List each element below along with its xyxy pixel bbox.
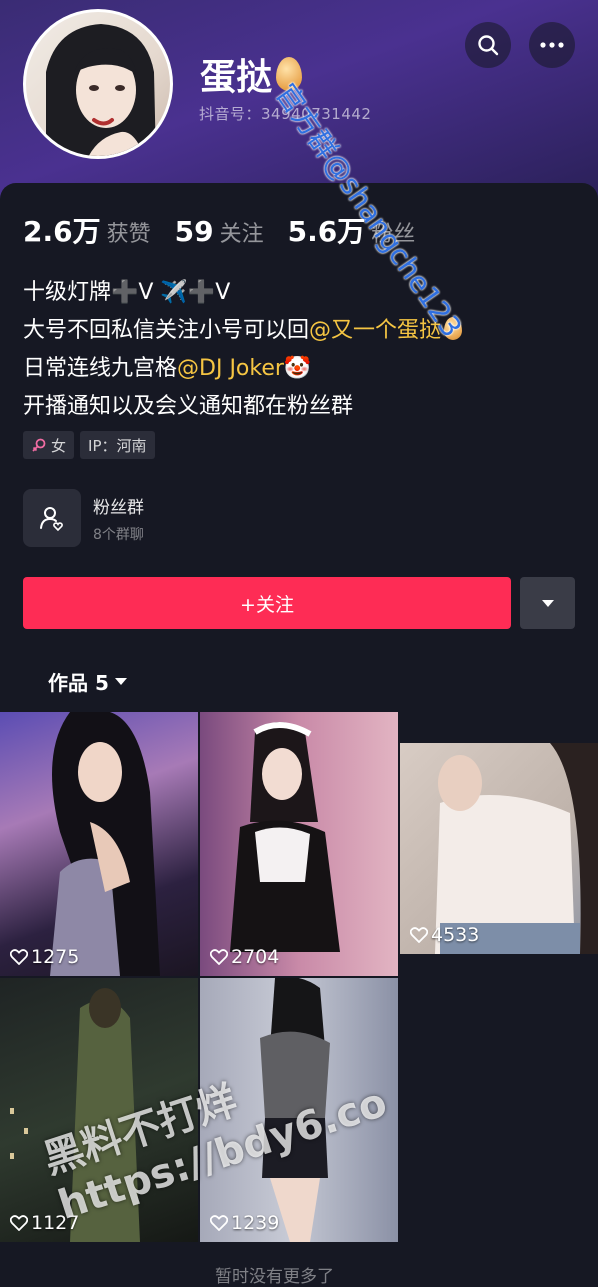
video-thumbnail[interactable]: 1275 <box>0 712 198 976</box>
like-count-value: 2704 <box>231 946 280 968</box>
tab-works-label: 作品 5 <box>48 671 109 695</box>
mention-link-dj-joker[interactable]: @DJ Joker <box>177 356 284 381</box>
heart-icon <box>210 1215 228 1231</box>
heart-icon <box>410 927 428 943</box>
search-icon <box>478 35 499 56</box>
like-count-value: 1275 <box>31 946 80 968</box>
gender-tag-label: 女 <box>51 436 67 455</box>
stat-following-value: 59 <box>174 215 214 248</box>
fan-group-icon-box <box>23 489 81 547</box>
caret-down-icon <box>114 677 127 685</box>
heart-icon <box>10 1215 28 1231</box>
bio-line-3: 日常连线九宫格@DJ Joker🤡 <box>23 350 583 388</box>
triangle-down-icon <box>541 599 554 607</box>
stat-following[interactable]: 59 关注 <box>175 215 264 248</box>
profile-bio: 十级灯牌➕V ✈️➕V 大号不回私信关注小号可以回@又一个蛋挞 日常连线九宫格@… <box>23 274 583 426</box>
avatar[interactable] <box>23 9 173 159</box>
fan-group-text: 粉丝群 8个群聊 <box>93 493 144 544</box>
like-count: 4533 <box>410 924 479 946</box>
end-of-list-text: 暂时没有更多了 <box>215 1267 334 1287</box>
more-dots-icon <box>540 42 564 48</box>
female-icon <box>32 438 46 452</box>
like-count: 1239 <box>210 1212 279 1234</box>
video-thumbnail[interactable]: 2704 <box>200 712 398 976</box>
video-thumbnail[interactable]: 4533 <box>400 743 598 954</box>
fan-group-entry[interactable]: 粉丝群 8个群聊 <box>23 489 144 547</box>
stat-likes-value: 2.6万 <box>23 215 101 248</box>
avatar-illustration <box>46 24 156 156</box>
bio-line-2: 大号不回私信关注小号可以回@又一个蛋挞 <box>23 312 583 350</box>
thumbnail-figure <box>230 722 340 952</box>
ip-tag-label: IP：河南 <box>88 436 147 455</box>
fan-group-count: 8个群聊 <box>93 526 144 543</box>
heart-icon <box>10 949 28 965</box>
more-options-button[interactable] <box>529 22 575 68</box>
like-count-value: 4533 <box>431 924 480 946</box>
thumbnail-figure <box>435 743 598 954</box>
mention-link-small-account[interactable]: @又一个蛋挞 <box>309 318 441 343</box>
fan-group-title: 粉丝群 <box>93 497 144 518</box>
like-count-value: 1239 <box>231 1212 280 1234</box>
profile-tags: 女 IP：河南 <box>23 431 155 459</box>
recommend-dropdown-button[interactable] <box>520 577 575 629</box>
search-button[interactable] <box>465 22 511 68</box>
stat-likes-label: 获赞 <box>106 222 151 247</box>
ip-tag: IP：河南 <box>80 431 155 459</box>
bio-line-4: 开播通知以及会义通知都在粉丝群 <box>23 394 354 419</box>
stat-likes[interactable]: 2.6万 获赞 <box>23 210 151 250</box>
follow-button[interactable]: +关注 <box>23 577 511 629</box>
gender-tag: 女 <box>23 431 75 459</box>
like-count: 2704 <box>210 946 279 968</box>
stat-following-label: 关注 <box>219 222 264 247</box>
thumbnail-figure <box>50 712 160 976</box>
heart-icon <box>210 949 228 965</box>
bio-line-2-text: 大号不回私信关注小号可以回 <box>23 318 310 343</box>
bio-line-3-text: 日常连线九宫格 <box>23 356 178 381</box>
tab-works[interactable]: 作品 5 <box>48 667 127 696</box>
fan-group-icon <box>40 507 63 532</box>
profile-name-text: 蛋挞 <box>200 57 273 98</box>
bio-line-1: 十级灯牌➕V ✈️➕V <box>23 280 231 305</box>
like-count: 1275 <box>10 946 79 968</box>
clown-emoji-icon: 🤡 <box>283 356 312 381</box>
